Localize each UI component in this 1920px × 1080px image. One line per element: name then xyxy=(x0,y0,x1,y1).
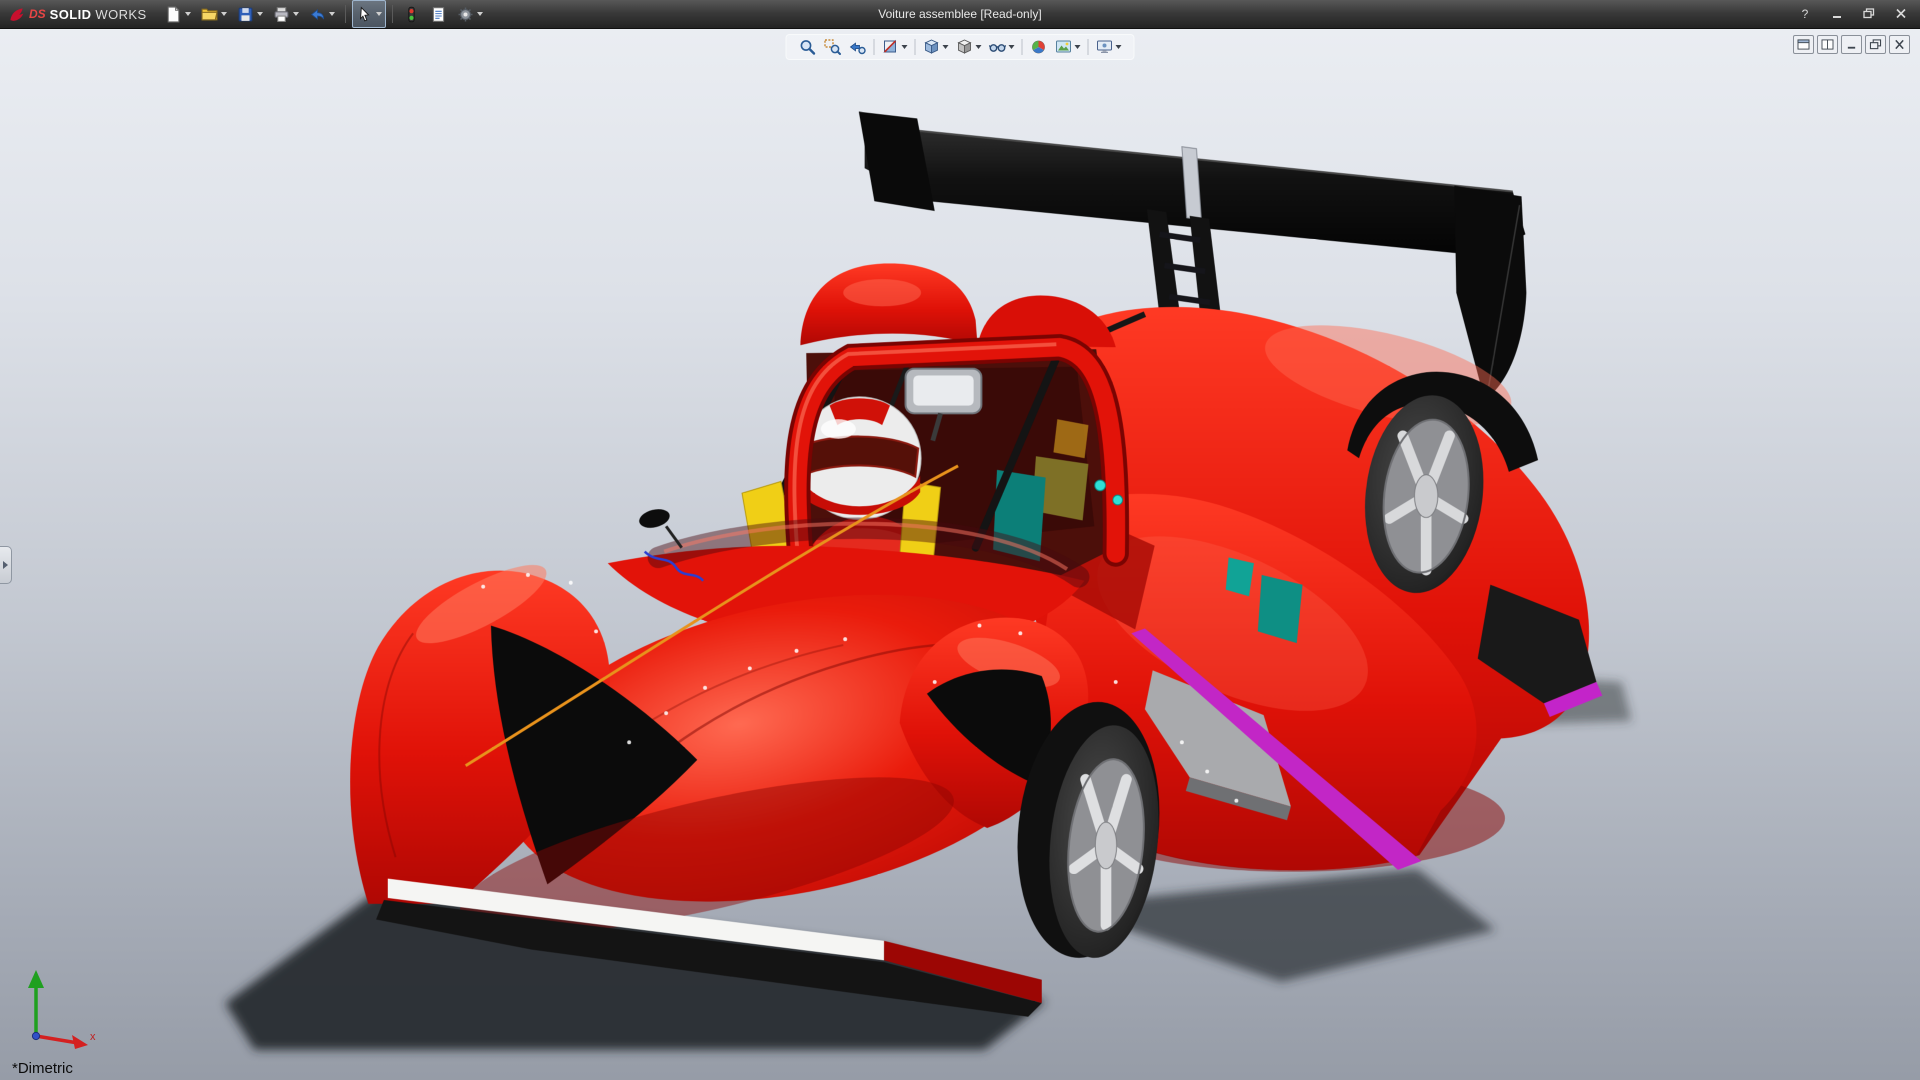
chevron-down-icon xyxy=(293,12,299,16)
view-orientation-button[interactable] xyxy=(923,38,949,56)
restore-document-button[interactable] xyxy=(1865,35,1886,54)
toolbar-separator xyxy=(874,39,875,55)
close-document-icon xyxy=(1893,39,1906,50)
print-icon xyxy=(273,6,290,23)
solidworks-logo-icon xyxy=(8,6,25,23)
save-button[interactable] xyxy=(233,0,267,28)
chevron-down-icon xyxy=(376,12,382,16)
undo-button[interactable] xyxy=(305,0,339,28)
chevron-down-icon xyxy=(477,12,483,16)
toolbar-separator xyxy=(392,5,393,23)
options-gear-icon xyxy=(457,6,474,23)
previous-view-icon xyxy=(849,38,867,56)
triad-x-label: x xyxy=(90,1031,96,1043)
graphics-area[interactable]: x *Dimetric xyxy=(0,29,1920,1080)
view-settings-button[interactable] xyxy=(1096,38,1122,56)
display-style-button[interactable] xyxy=(956,38,982,56)
chevron-down-icon xyxy=(1009,45,1015,49)
zoom-to-area-button[interactable] xyxy=(824,38,842,56)
view-orientation-label: *Dimetric xyxy=(12,1060,73,1077)
heads-up-view-toolbar xyxy=(786,34,1135,60)
split-window-button[interactable] xyxy=(1817,35,1838,54)
file-properties-icon xyxy=(430,6,447,23)
chevron-down-icon xyxy=(1116,45,1122,49)
new-window-icon xyxy=(1797,39,1810,50)
zoom-area-icon xyxy=(824,38,842,56)
brand-solid: SOLID xyxy=(50,7,92,22)
display-style-icon xyxy=(956,38,974,56)
brand-prefix: DS xyxy=(29,7,46,21)
chevron-down-icon xyxy=(976,45,982,49)
save-icon xyxy=(237,6,254,23)
view-cube-icon xyxy=(923,38,941,56)
view-settings-icon xyxy=(1096,38,1114,56)
restore-icon xyxy=(1863,8,1875,19)
edit-appearance-button[interactable] xyxy=(1030,38,1048,56)
chevron-down-icon xyxy=(221,12,227,16)
feature-pane-flyout-tab[interactable] xyxy=(0,546,12,584)
chevron-down-icon xyxy=(1075,45,1081,49)
hide-show-items-button[interactable] xyxy=(989,38,1015,56)
chevron-down-icon xyxy=(329,12,335,16)
open-button[interactable] xyxy=(197,0,231,28)
previous-view-button[interactable] xyxy=(849,38,867,56)
help-button[interactable]: ? xyxy=(1792,4,1818,23)
minimize-icon xyxy=(1831,8,1843,19)
solidworks-logo: DS SOLID WORKS xyxy=(0,6,161,23)
chevron-down-icon xyxy=(902,45,908,49)
toolbar-separator xyxy=(345,5,346,23)
toolbar-separator xyxy=(1088,39,1089,55)
chevron-down-icon xyxy=(185,12,191,16)
new-window-button[interactable] xyxy=(1793,35,1814,54)
close-document-button[interactable] xyxy=(1889,35,1910,54)
document-window-controls xyxy=(1793,35,1910,54)
options-button[interactable] xyxy=(453,0,487,28)
close-button[interactable] xyxy=(1888,4,1914,23)
reference-triad: x xyxy=(16,964,106,1056)
apply-scene-button[interactable] xyxy=(1055,38,1081,56)
car-model xyxy=(0,29,1920,1080)
chevron-down-icon xyxy=(943,45,949,49)
chevron-down-icon xyxy=(257,12,263,16)
toolbar-separator xyxy=(1022,39,1023,55)
open-folder-icon xyxy=(201,6,218,23)
select-button[interactable] xyxy=(352,0,386,28)
section-view-button[interactable] xyxy=(882,38,908,56)
rebuild-button[interactable] xyxy=(399,0,424,28)
select-cursor-icon xyxy=(356,6,373,23)
file-properties-button[interactable] xyxy=(426,0,451,28)
new-document-button[interactable] xyxy=(161,0,195,28)
appearance-ball-icon xyxy=(1030,38,1048,56)
brand-works: WORKS xyxy=(95,7,146,22)
split-window-icon xyxy=(1821,39,1834,50)
restore-document-icon xyxy=(1869,39,1882,50)
minimize-document-icon xyxy=(1845,39,1858,50)
minimize-document-button[interactable] xyxy=(1841,35,1862,54)
window-controls: ? xyxy=(1792,4,1914,23)
maximize-button[interactable] xyxy=(1856,4,1882,23)
zoom-to-fit-button[interactable] xyxy=(799,38,817,56)
window-title: Voiture assemblee [Read-only] xyxy=(878,7,1041,21)
print-button[interactable] xyxy=(269,0,303,28)
chevron-right-icon xyxy=(3,561,8,569)
undo-icon xyxy=(309,6,326,23)
close-icon xyxy=(1895,8,1907,19)
minimize-button[interactable] xyxy=(1824,4,1850,23)
rebuild-icon xyxy=(403,6,420,23)
standard-toolbar xyxy=(161,0,487,28)
section-view-icon xyxy=(882,38,900,56)
scene-icon xyxy=(1055,38,1073,56)
titlebar: DS SOLID WORKS xyxy=(0,0,1920,29)
toolbar-separator xyxy=(915,39,916,55)
eyeglasses-icon xyxy=(989,38,1007,56)
solidworks-window: DS SOLID WORKS xyxy=(0,0,1920,1080)
zoom-fit-icon xyxy=(799,38,817,56)
help-icon: ? xyxy=(1802,7,1809,21)
new-document-icon xyxy=(165,6,182,23)
